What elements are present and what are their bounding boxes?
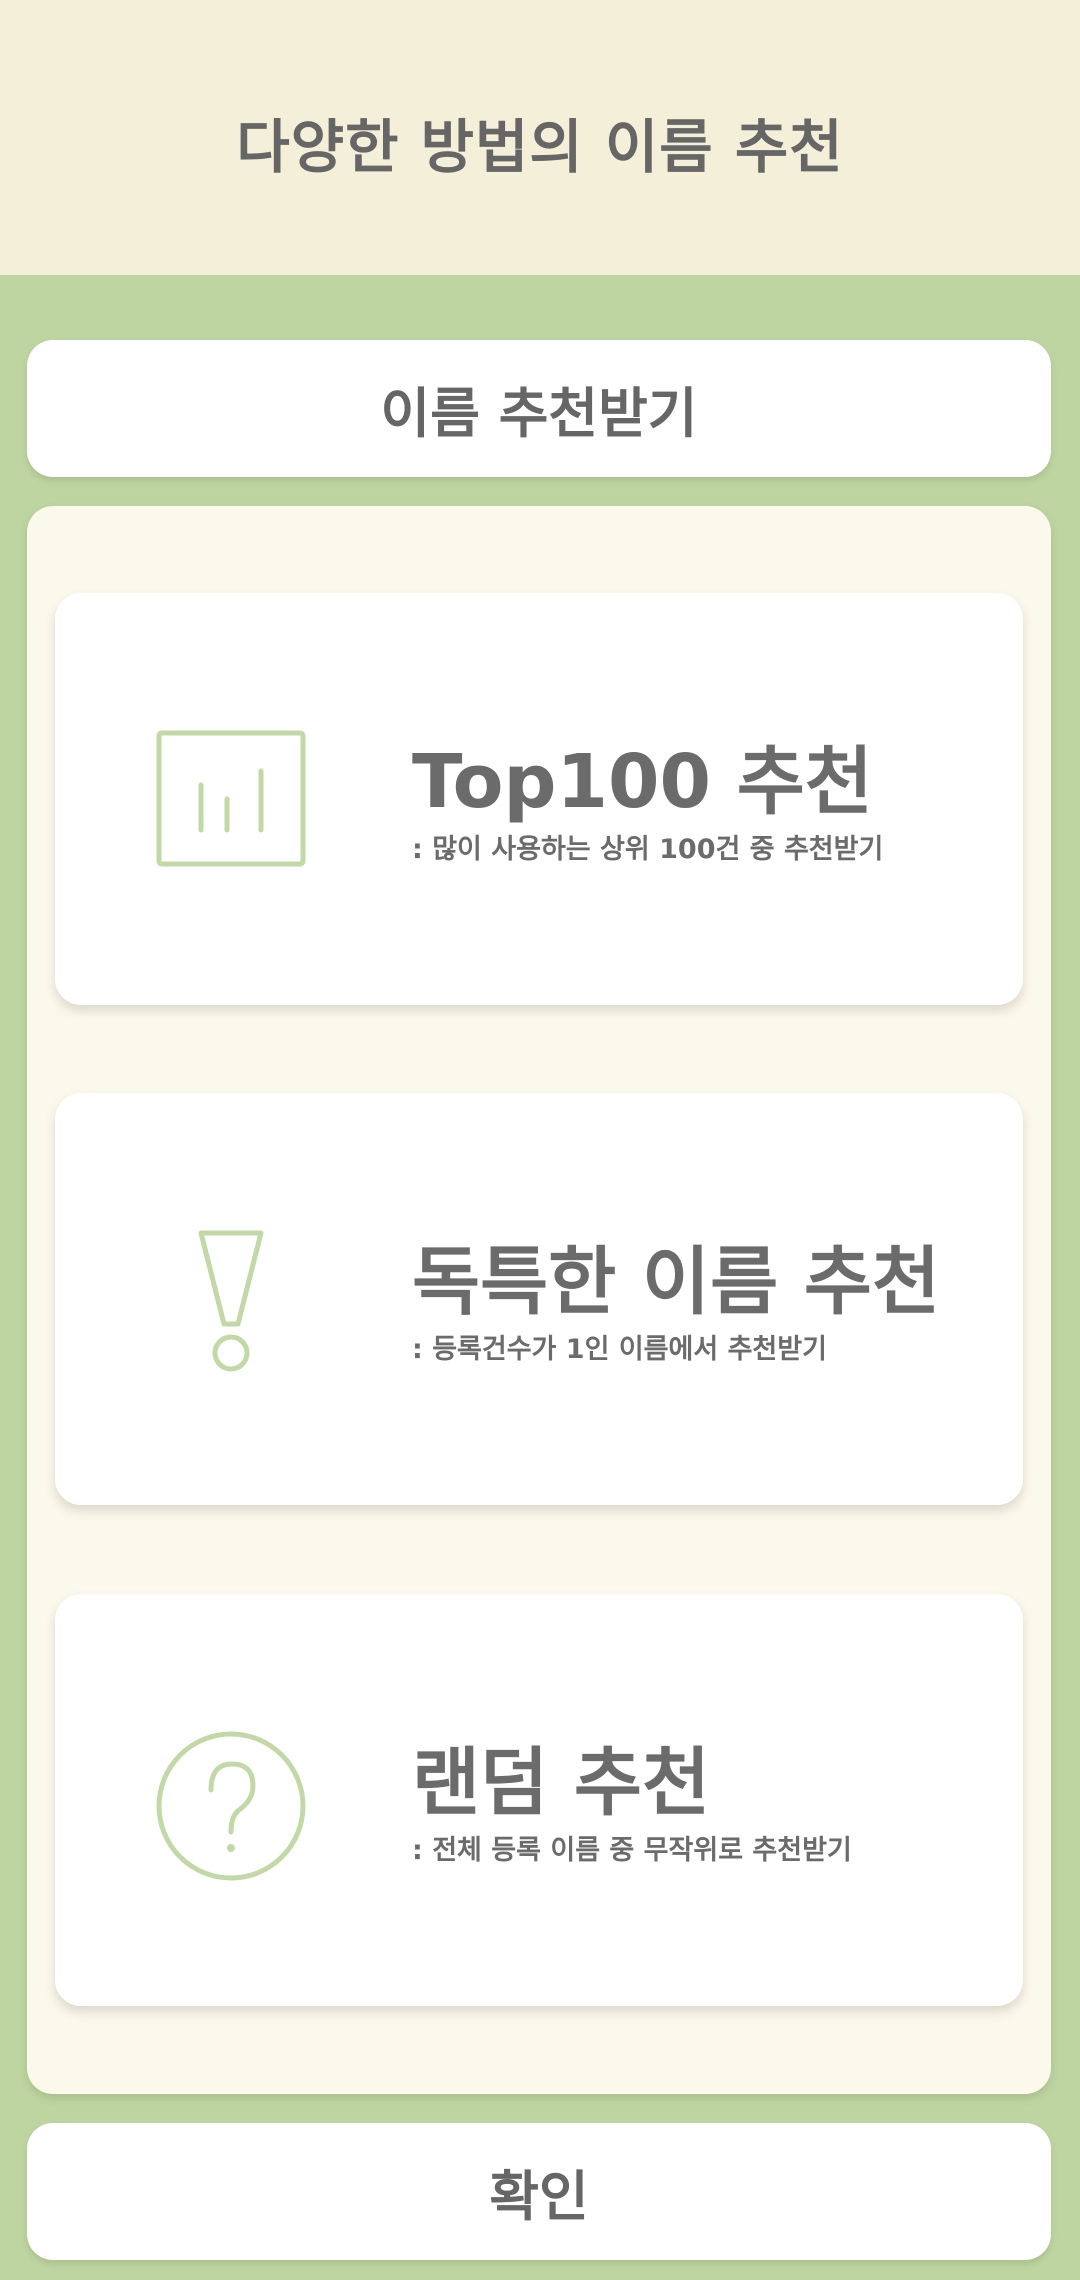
app-header: 다양한 방법의 이름 추천 <box>0 0 1080 275</box>
exclamation-icon <box>198 1230 264 1372</box>
option-title: 독특한 이름 추천 <box>412 1239 941 1325</box>
recommendation-options-panel: Top100 추천 : 많이 사용하는 상위 100건 중 추천받기 독특한 이… <box>27 506 1051 2094</box>
option-description: : 전체 등록 이름 중 무작위로 추천받기 <box>412 1835 852 1866</box>
option-title: 랜덤 추천 <box>412 1740 711 1826</box>
option-title: Top100 추천 <box>412 739 873 825</box>
confirm-button[interactable]: 확인 <box>27 2123 1051 2260</box>
option-card-unique[interactable]: 독특한 이름 추천 : 등록건수가 1인 이름에서 추천받기 <box>55 1093 1023 1505</box>
bar-chart-icon <box>156 730 306 867</box>
option-card-top100[interactable]: Top100 추천 : 많이 사용하는 상위 100건 중 추천받기 <box>55 593 1023 1005</box>
get-name-recommendation-button[interactable]: 이름 추천받기 <box>27 340 1051 477</box>
option-description: : 많이 사용하는 상위 100건 중 추천받기 <box>412 834 884 865</box>
page-title: 다양한 방법의 이름 추천 <box>236 112 844 181</box>
option-description: : 등록건수가 1인 이름에서 추천받기 <box>412 1334 827 1365</box>
option-card-random[interactable]: 랜덤 추천 : 전체 등록 이름 중 무작위로 추천받기 <box>55 1594 1023 2006</box>
question-circle-icon <box>156 1731 306 1881</box>
